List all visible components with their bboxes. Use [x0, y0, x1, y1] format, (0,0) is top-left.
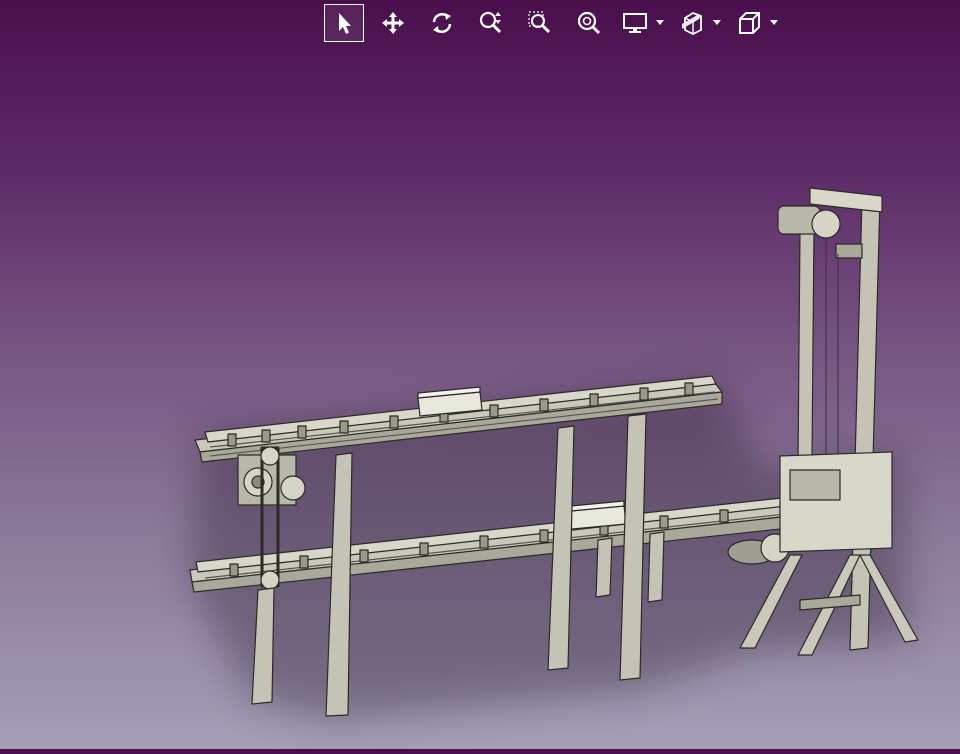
- zoom-updown-icon: [479, 11, 502, 34]
- monitor-icon: [623, 13, 647, 33]
- zoom-fit-button[interactable]: [569, 4, 609, 42]
- zoom-tool-button[interactable]: [471, 4, 511, 42]
- chevron-down-icon: [770, 20, 778, 25]
- pan-tool-button[interactable]: [373, 4, 413, 42]
- section-group: [675, 4, 723, 42]
- view-orientation-button[interactable]: [732, 4, 766, 42]
- section-cut-icon: [682, 12, 702, 36]
- 3d-viewport[interactable]: [0, 0, 960, 749]
- display-mode-dropdown[interactable]: [654, 4, 666, 42]
- view-orientation-dropdown[interactable]: [768, 4, 780, 42]
- chevron-down-icon: [656, 20, 664, 25]
- cad-model: [189, 187, 919, 720]
- rotate-icon: [432, 13, 452, 33]
- zoom-fit-icon: [577, 11, 601, 35]
- cube-view-icon: [739, 12, 760, 34]
- rotate-tool-button[interactable]: [422, 4, 462, 42]
- view-orientation-group: [732, 4, 780, 42]
- zoom-window-button[interactable]: [520, 4, 560, 42]
- section-dropdown[interactable]: [711, 4, 723, 42]
- display-mode-group: [618, 4, 666, 42]
- chevron-down-icon: [713, 20, 721, 25]
- display-mode-button[interactable]: [618, 4, 652, 42]
- section-cut-button[interactable]: [675, 4, 709, 42]
- move-arrows-icon: [382, 12, 404, 34]
- pointer-arrow-icon: [339, 13, 351, 34]
- view-toolbar: [324, 3, 789, 43]
- select-tool-button[interactable]: [324, 4, 364, 42]
- zoom-window-icon: [528, 11, 551, 34]
